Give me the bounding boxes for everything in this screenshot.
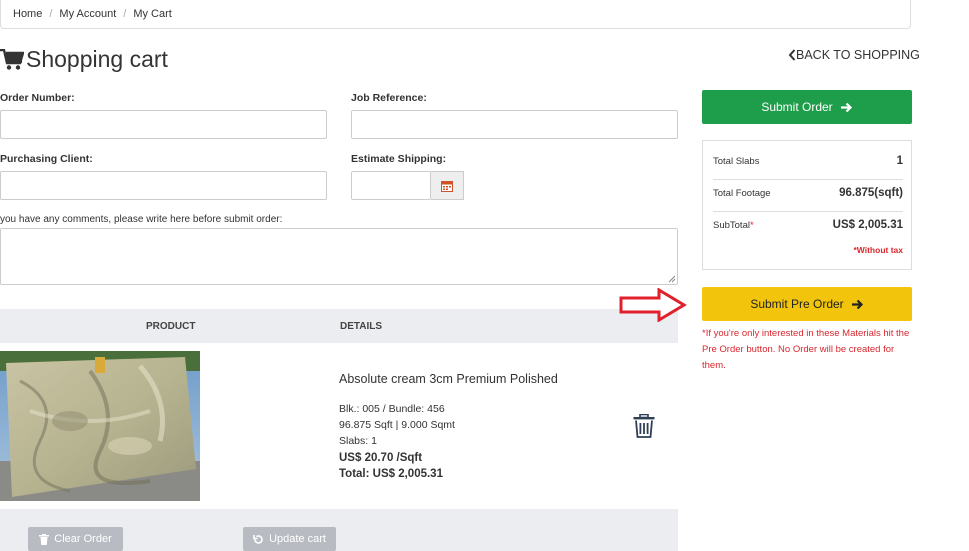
page-title: Shopping cart: [0, 46, 168, 73]
breadcrumb-my-account[interactable]: My Account: [59, 8, 116, 20]
clear-order-label: Clear Order: [54, 533, 112, 545]
total-footage-label: Total Footage: [713, 187, 771, 199]
summary-row-slabs: Total Slabs 1: [713, 155, 903, 167]
product-name: Absolute cream 3cm Premium Polished: [339, 372, 558, 386]
pre-order-note: *If you're only interested in these Mate…: [702, 328, 910, 371]
product-block-bundle: Blk.: 005 / Bundle: 456: [339, 403, 445, 415]
trash-icon: [633, 413, 655, 438]
total-slabs-value: 1: [896, 155, 903, 167]
product-total: Total: US$ 2,005.31: [339, 467, 443, 480]
order-number-input[interactable]: [0, 110, 327, 139]
shopping-cart-icon: [0, 48, 24, 70]
summary-row-subtotal: SubTotal* US$ 2,005.31: [713, 219, 903, 231]
total-footage-value: 96.875(sqft): [839, 187, 903, 199]
column-details: DETAILS: [340, 321, 383, 332]
order-summary: Total Slabs 1 Total Footage 96.875(sqft)…: [702, 140, 912, 270]
without-tax-note: *Without tax: [853, 245, 903, 255]
total-slabs-label: Total Slabs: [713, 155, 760, 167]
product-size: 96.875 Sqft | 9.000 Sqmt: [339, 419, 455, 432]
back-to-shopping-link[interactable]: BACK TO SHOPPING: [788, 48, 920, 62]
subtotal-label: SubTotal*: [713, 219, 754, 231]
clear-order-button[interactable]: Clear Order: [28, 527, 123, 551]
breadcrumb: Home / My Account / My Cart: [0, 0, 911, 29]
breadcrumb-separator: /: [123, 8, 127, 20]
breadcrumb-separator: /: [49, 8, 53, 20]
breadcrumb-my-cart: My Cart: [133, 8, 172, 20]
purchasing-client-input[interactable]: [0, 171, 327, 200]
resize-handle-icon[interactable]: [668, 275, 676, 283]
job-reference-label: Job Reference:: [351, 92, 427, 104]
product-price: US$ 20.70 /Sqft: [339, 451, 423, 464]
subtotal-asterisk: *: [749, 219, 754, 231]
job-reference-input[interactable]: [351, 110, 678, 139]
back-to-shopping-label: BACK TO SHOPPING: [796, 48, 920, 62]
comments-label: you have any comments, please write here…: [0, 214, 283, 225]
red-arrow-icon: [619, 288, 687, 322]
subtotal-value: US$ 2,005.31: [832, 219, 903, 231]
cart-table-header: PRODUCT DETAILS: [0, 309, 678, 343]
delete-item-button[interactable]: [633, 413, 655, 443]
product-slabs: Slabs: 1: [339, 435, 377, 448]
product-details: Blk.: 005 / Bundle: 456 96.875 Sqft | 9.…: [339, 401, 455, 482]
product-image: [0, 351, 200, 501]
breadcrumb-home[interactable]: Home: [13, 8, 42, 20]
column-product: PRODUCT: [146, 321, 196, 332]
summary-divider: [713, 179, 903, 180]
trash-icon: [39, 533, 50, 545]
comments-textarea[interactable]: [0, 228, 678, 285]
update-cart-label: Update cart: [269, 533, 326, 545]
submit-pre-order-button[interactable]: Submit Pre Order: [702, 287, 912, 321]
summary-row-footage: Total Footage 96.875(sqft): [713, 187, 903, 199]
summary-divider: [713, 211, 903, 212]
estimate-shipping-input[interactable]: [351, 171, 431, 200]
purchasing-client-label: Purchasing Client:: [0, 153, 93, 165]
order-number-label: Order Number:: [0, 92, 75, 104]
arrow-right-icon: [851, 299, 863, 309]
submit-pre-order-label: Submit Pre Order: [750, 297, 844, 311]
calendar-icon: [441, 180, 453, 192]
calendar-button[interactable]: [431, 171, 464, 200]
chevron-left-icon: [788, 49, 796, 61]
update-cart-button[interactable]: Update cart: [243, 527, 336, 551]
page-title-text: Shopping cart: [26, 46, 168, 72]
estimate-shipping-label: Estimate Shipping:: [351, 153, 447, 165]
refresh-icon: [253, 534, 263, 544]
submit-order-button[interactable]: Submit Order: [702, 90, 912, 124]
arrow-right-icon: [840, 102, 852, 112]
submit-order-label: Submit Order: [761, 100, 833, 114]
